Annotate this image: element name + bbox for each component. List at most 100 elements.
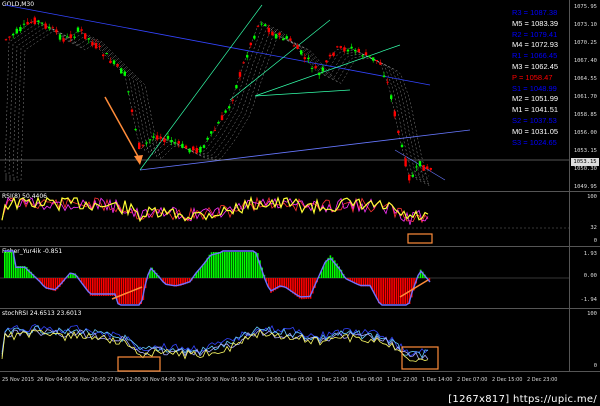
candle-body	[318, 73, 321, 76]
candle-body	[148, 139, 152, 141]
fisher-bar	[305, 278, 307, 299]
trend-line	[254, 44, 401, 97]
candle-body	[303, 57, 306, 60]
fisher-bar	[296, 278, 299, 297]
time-axis-label: 26 Nov 20:00	[72, 377, 106, 383]
pivot-level: R3 = 1087.38	[512, 8, 558, 17]
candle-body	[375, 60, 378, 62]
fisher-bar	[125, 278, 127, 304]
pivot-level: S1 = 1048.99	[512, 83, 557, 93]
fisher-bar	[118, 278, 120, 304]
candle-body	[127, 91, 130, 93]
candle-body	[188, 148, 191, 153]
time-axis-label: 1 Dec 06:00	[352, 377, 383, 383]
axis-tick-label: 0	[593, 363, 597, 369]
candle-body	[199, 146, 202, 153]
fisher-bar	[217, 252, 219, 278]
fisher-bar	[237, 252, 239, 278]
fisher-bar	[382, 278, 384, 304]
candle-body	[343, 47, 346, 52]
candle-body	[98, 45, 101, 47]
fisher-bar	[391, 278, 393, 304]
fisher-bar	[406, 278, 409, 304]
fisher-bar	[224, 252, 226, 278]
fisher-bar	[111, 278, 114, 296]
candle-body	[278, 32, 281, 36]
candle-body	[404, 158, 407, 167]
axis-tick-label: 1064.55	[573, 76, 597, 82]
moving-average-line	[4, 20, 430, 177]
candle-body	[267, 27, 270, 33]
candle-body	[105, 53, 108, 55]
stochrsi-panel[interactable]: stochRSI 24.6513 23.6013 100 0	[0, 309, 600, 372]
axis-tick-label: 1053.15	[573, 148, 597, 154]
fisher-bar	[307, 278, 310, 299]
fisher-bar	[246, 252, 248, 278]
candle-body	[400, 144, 404, 148]
candle-body	[256, 25, 260, 27]
fisher-panel[interactable]: Fisher_Yur4ik -0.851 1.93 0.00 -1.94	[0, 247, 600, 309]
axis-tick-label: -1.94	[580, 297, 597, 303]
pivot-level: M5 = 1083.39	[512, 18, 559, 28]
time-axis-label: 27 Nov 12:00	[107, 377, 141, 383]
price-chart-panel[interactable]: GOLD,M30 1075.95 1073.10 1070.25 1067.40 106…	[0, 0, 600, 192]
axis-tick-label: 1.93	[583, 251, 597, 257]
fisher-bar	[243, 252, 246, 278]
time-axis-label: 30 Nov 20:00	[177, 377, 211, 383]
fisher-bar	[393, 278, 395, 304]
current-price-tag: 1053.15	[571, 158, 599, 166]
fisher-bar	[107, 278, 109, 296]
candlestick-chart[interactable]	[0, 0, 569, 192]
trend-line	[139, 4, 263, 171]
time-axis-label: 30 Nov 13:00	[247, 377, 281, 383]
fisher-bar	[402, 278, 404, 304]
fisher-bar	[8, 252, 10, 278]
candle-body	[357, 48, 360, 53]
candle-body	[289, 38, 292, 41]
axis-tick-label: 1049.95	[573, 184, 597, 190]
candle-body	[411, 174, 414, 177]
candle-body	[285, 36, 288, 39]
axis-tick-label: 0	[593, 238, 597, 244]
axis-tick-label: 1070.25	[573, 40, 597, 46]
candle-body	[408, 174, 411, 181]
fisher-bar	[395, 278, 398, 304]
candle-body	[145, 142, 148, 144]
candle-body	[379, 62, 382, 65]
candle-body	[372, 57, 375, 61]
candle-body	[390, 95, 393, 99]
fisher-bar	[386, 278, 389, 304]
fisher-bar	[235, 252, 237, 278]
candle-body	[37, 20, 40, 23]
candle-body	[350, 46, 353, 49]
time-axis-label: 2 Dec 15:00	[492, 377, 523, 383]
stochrsi-line	[1, 324, 429, 357]
candle-body	[181, 143, 184, 148]
candle-body	[206, 137, 209, 140]
fisher-bar	[114, 278, 116, 296]
candle-body	[282, 38, 285, 41]
fisher-bar	[400, 278, 402, 304]
candle-body	[271, 31, 274, 36]
axis-tick-label: 1061.70	[573, 94, 597, 100]
candle-body	[55, 29, 58, 33]
candle-body	[246, 55, 249, 58]
rsi-indicator	[0, 195, 569, 244]
fisher-bar	[252, 252, 255, 278]
candle-body	[325, 60, 328, 63]
fisher-bar	[94, 278, 96, 296]
fisher-bar	[301, 278, 303, 300]
rsi-panel[interactable]: RSI(8) 50.4406 100 32 0	[0, 192, 600, 247]
candle-body	[314, 66, 317, 69]
candle-body	[184, 145, 188, 149]
axis-tick-label: 1067.40	[573, 58, 597, 64]
candle-body	[134, 129, 137, 131]
annotation-box	[407, 233, 433, 244]
candle-body	[253, 35, 256, 39]
candle-body	[109, 60, 112, 64]
pivot-level: M3 = 1062.45	[512, 61, 559, 71]
candle-body	[30, 21, 33, 23]
axis-tick-label: 100	[587, 194, 597, 200]
axis-tick-label: 0.00	[583, 273, 597, 279]
fisher-bar	[133, 278, 136, 304]
